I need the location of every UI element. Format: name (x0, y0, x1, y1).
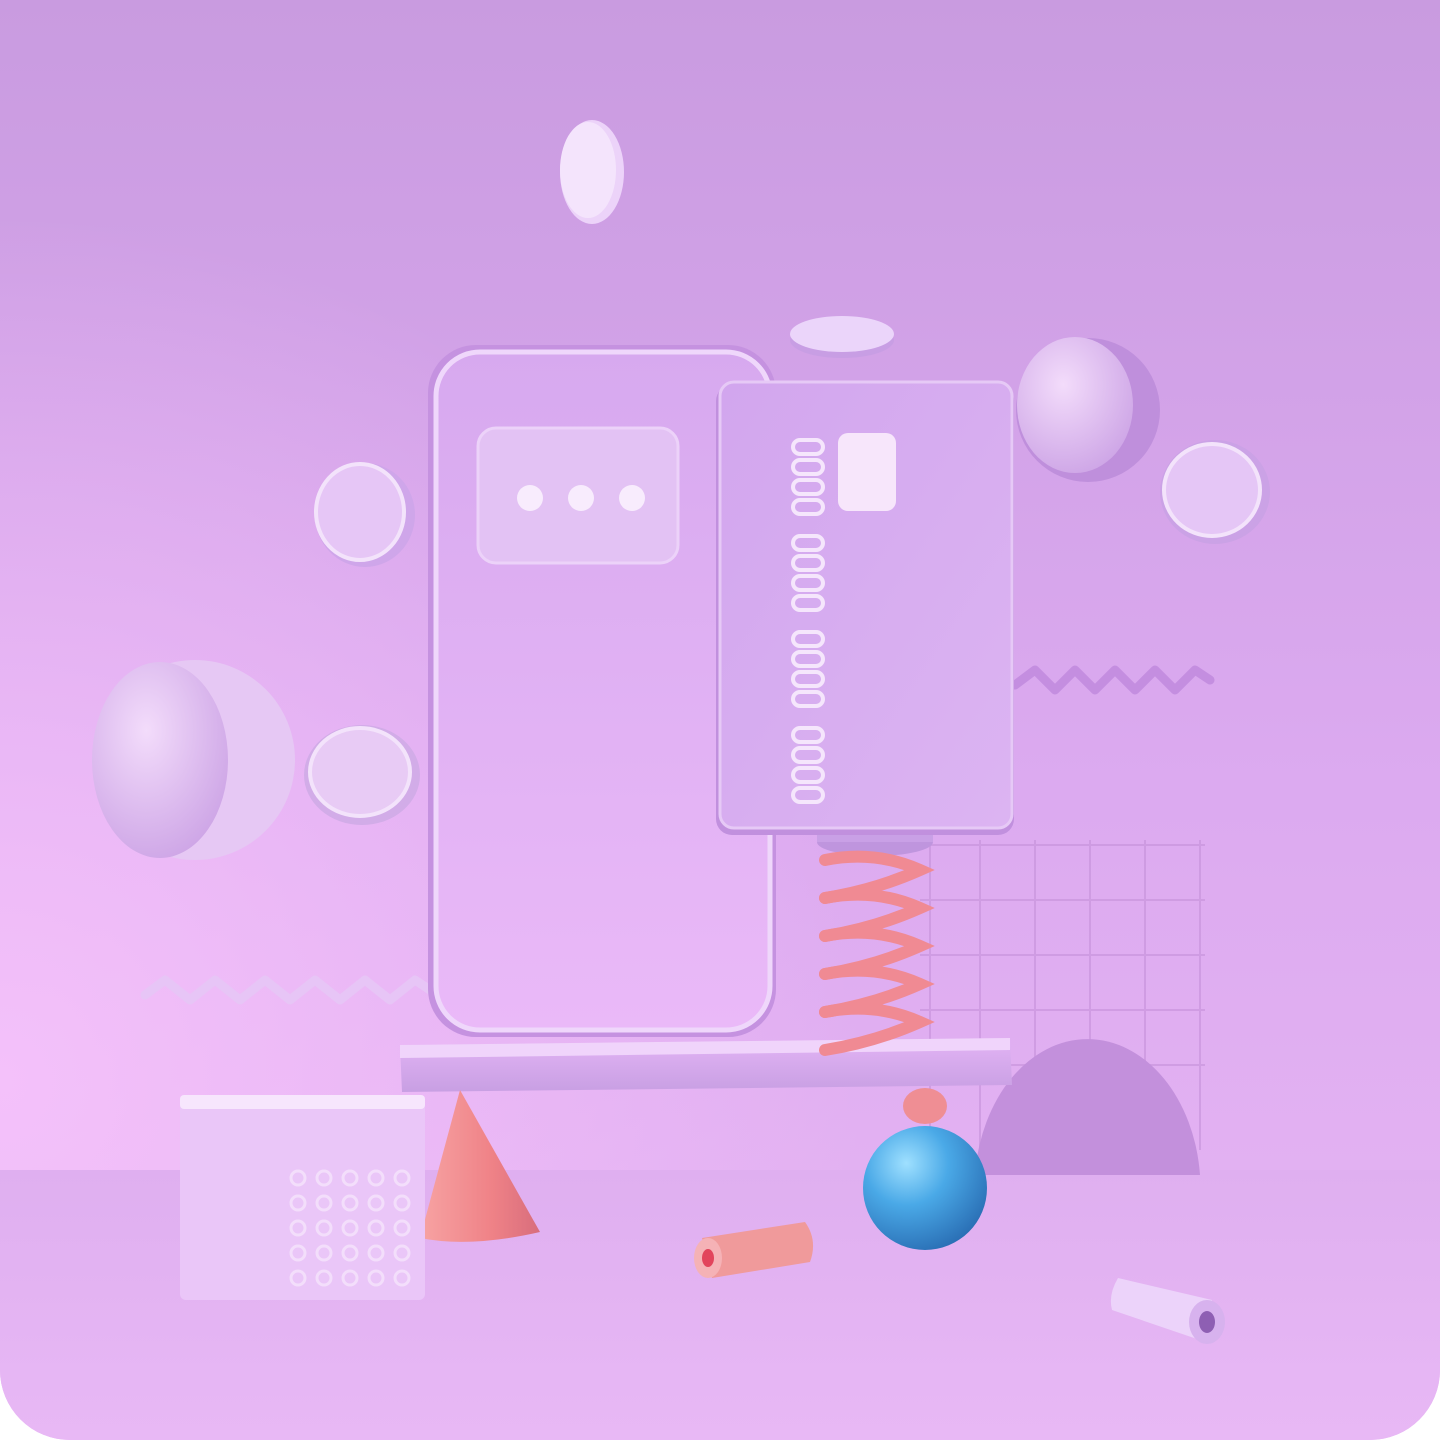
coin-top (560, 120, 624, 224)
coin-flat (790, 316, 894, 358)
payment-illustration (0, 0, 1440, 1440)
message-dot (619, 485, 645, 511)
chat-bubble-icon (476, 426, 680, 565)
coin-left-lower (304, 725, 420, 825)
card-chip (838, 433, 896, 511)
message-dot (568, 485, 594, 511)
ball (863, 1126, 987, 1250)
coin-right (1160, 440, 1270, 544)
seesaw-board (400, 1038, 1012, 1092)
cube (180, 1095, 425, 1300)
message-dot (517, 485, 543, 511)
illustration-tile (0, 0, 1440, 1440)
hemisphere-right (1016, 337, 1160, 482)
hemisphere-left (92, 660, 295, 860)
credit-card-icon (716, 380, 1014, 835)
coin-left-upper (314, 462, 415, 567)
